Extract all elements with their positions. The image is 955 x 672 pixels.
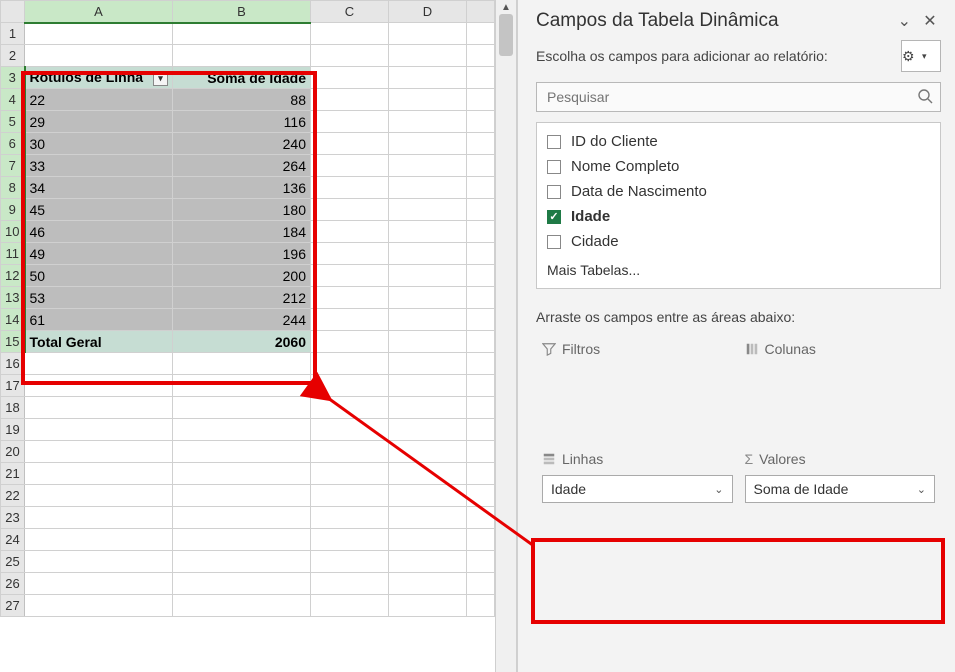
zone-values[interactable]: Σ Valores Soma de Idade ⌄ (739, 443, 942, 517)
row-header[interactable]: 18 (1, 397, 25, 419)
col-header-E[interactable] (467, 1, 495, 23)
row-header[interactable]: 15 (1, 331, 25, 353)
pivot-row-label-text: Rótulos de Linha (30, 69, 144, 85)
pivot-total-value[interactable]: 2060 (173, 331, 311, 353)
row-header[interactable]: 19 (1, 419, 25, 441)
checkbox-icon[interactable] (547, 185, 561, 199)
row-header[interactable]: 22 (1, 485, 25, 507)
row-header[interactable]: 24 (1, 529, 25, 551)
pivot-fields-pane: Campos da Tabela Dinâmica ⌄ ✕ Escolha os… (517, 0, 955, 672)
field-item-idade[interactable]: ✓Idade (537, 204, 940, 229)
pivot-cell[interactable]: 22 (25, 89, 173, 111)
zone-filters[interactable]: Filtros (536, 333, 739, 443)
row-header[interactable]: 8 (1, 177, 25, 199)
row-header[interactable]: 11 (1, 243, 25, 265)
pane-subtitle: Escolha os campos para adicionar ao rela… (536, 48, 891, 64)
row-header[interactable]: 6 (1, 133, 25, 155)
checkbox-icon[interactable] (547, 160, 561, 174)
fields-list: ID do Cliente Nome Completo Data de Nasc… (536, 122, 941, 289)
drag-hint: Arraste os campos entre as áreas abaixo: (536, 309, 941, 325)
row-header[interactable]: 12 (1, 265, 25, 287)
pivot-row-labels-header[interactable]: Rótulos de Linha ▾ (25, 67, 173, 89)
row-header[interactable]: 21 (1, 463, 25, 485)
row-header[interactable]: 9 (1, 199, 25, 221)
row-header[interactable]: 7 (1, 155, 25, 177)
search-input[interactable] (536, 82, 941, 112)
columns-icon (745, 342, 759, 356)
chevron-down-icon: ▾ (922, 51, 940, 62)
row-header[interactable]: 3 (1, 67, 25, 89)
cell[interactable] (25, 23, 173, 45)
row-header[interactable]: 2 (1, 45, 25, 67)
rows-icon (542, 452, 556, 466)
checkbox-icon[interactable] (547, 135, 561, 149)
row-header[interactable]: 23 (1, 507, 25, 529)
rows-zone-field[interactable]: Idade ⌄ (542, 475, 733, 503)
zone-rows[interactable]: Linhas Idade ⌄ (536, 443, 739, 517)
values-zone-field[interactable]: Soma de Idade ⌄ (745, 475, 936, 503)
col-header-C[interactable]: C (311, 1, 389, 23)
pivot-cell[interactable]: 88 (173, 89, 311, 111)
row-header[interactable]: 13 (1, 287, 25, 309)
row-header[interactable]: 26 (1, 573, 25, 595)
row-header[interactable]: 17 (1, 375, 25, 397)
chevron-down-icon: ⌄ (917, 483, 926, 496)
col-header-B[interactable]: B (173, 1, 311, 23)
col-header-D[interactable]: D (389, 1, 467, 23)
scroll-up-icon[interactable]: ▲ (501, 2, 511, 13)
search-fields-box (536, 82, 941, 112)
pivot-total-label[interactable]: Total Geral (25, 331, 173, 353)
row-header[interactable]: 4 (1, 89, 25, 111)
checkbox-checked-icon[interactable]: ✓ (547, 210, 561, 224)
row-labels-dropdown-icon[interactable]: ▾ (153, 71, 168, 86)
search-icon (917, 88, 933, 108)
chevron-down-icon: ⌄ (714, 483, 723, 496)
row-header[interactable]: 16 (1, 353, 25, 375)
gear-icon: ⚙ (902, 48, 920, 65)
row-header[interactable]: 14 (1, 309, 25, 331)
rows-zone-value: Idade (551, 481, 586, 497)
scrollbar-thumb[interactable] (499, 14, 513, 56)
field-item-cidade[interactable]: Cidade (537, 229, 940, 254)
collapse-pane-icon[interactable]: ⌄ (893, 11, 915, 31)
col-header-A[interactable]: A (25, 1, 173, 23)
zone-columns[interactable]: Colunas (739, 333, 942, 443)
pivot-values-header[interactable]: Soma de Idade (173, 67, 311, 89)
row-header[interactable]: 25 (1, 551, 25, 573)
checkbox-icon[interactable] (547, 235, 561, 249)
pane-title: Campos da Tabela Dinâmica (536, 10, 779, 32)
row-header[interactable]: 1 (1, 23, 25, 45)
sigma-icon: Σ (745, 451, 754, 467)
field-list-settings-button[interactable]: ⚙ ▾ (901, 40, 941, 72)
close-pane-icon[interactable]: ✕ (919, 11, 941, 31)
field-item-data-nascimento[interactable]: Data de Nascimento (537, 179, 940, 204)
select-all-corner[interactable] (1, 1, 25, 23)
vertical-scrollbar[interactable]: ▲ (495, 0, 517, 672)
spreadsheet-area: A B C D 1 2 3 Rótulos de Linha ▾ Soma de… (0, 0, 495, 672)
row-header[interactable]: 27 (1, 595, 25, 617)
row-header[interactable]: 5 (1, 111, 25, 133)
values-zone-value: Soma de Idade (754, 481, 849, 497)
field-item-nome-completo[interactable]: Nome Completo (537, 154, 940, 179)
row-header[interactable]: 20 (1, 441, 25, 463)
spreadsheet-grid[interactable]: A B C D 1 2 3 Rótulos de Linha ▾ Soma de… (0, 0, 495, 617)
row-header[interactable]: 10 (1, 221, 25, 243)
funnel-icon (542, 342, 556, 356)
more-tables-link[interactable]: Mais Tabelas... (537, 254, 940, 282)
drop-zones: Filtros Colunas Linhas Idade ⌄ (536, 333, 941, 517)
field-item-id-cliente[interactable]: ID do Cliente (537, 129, 940, 154)
